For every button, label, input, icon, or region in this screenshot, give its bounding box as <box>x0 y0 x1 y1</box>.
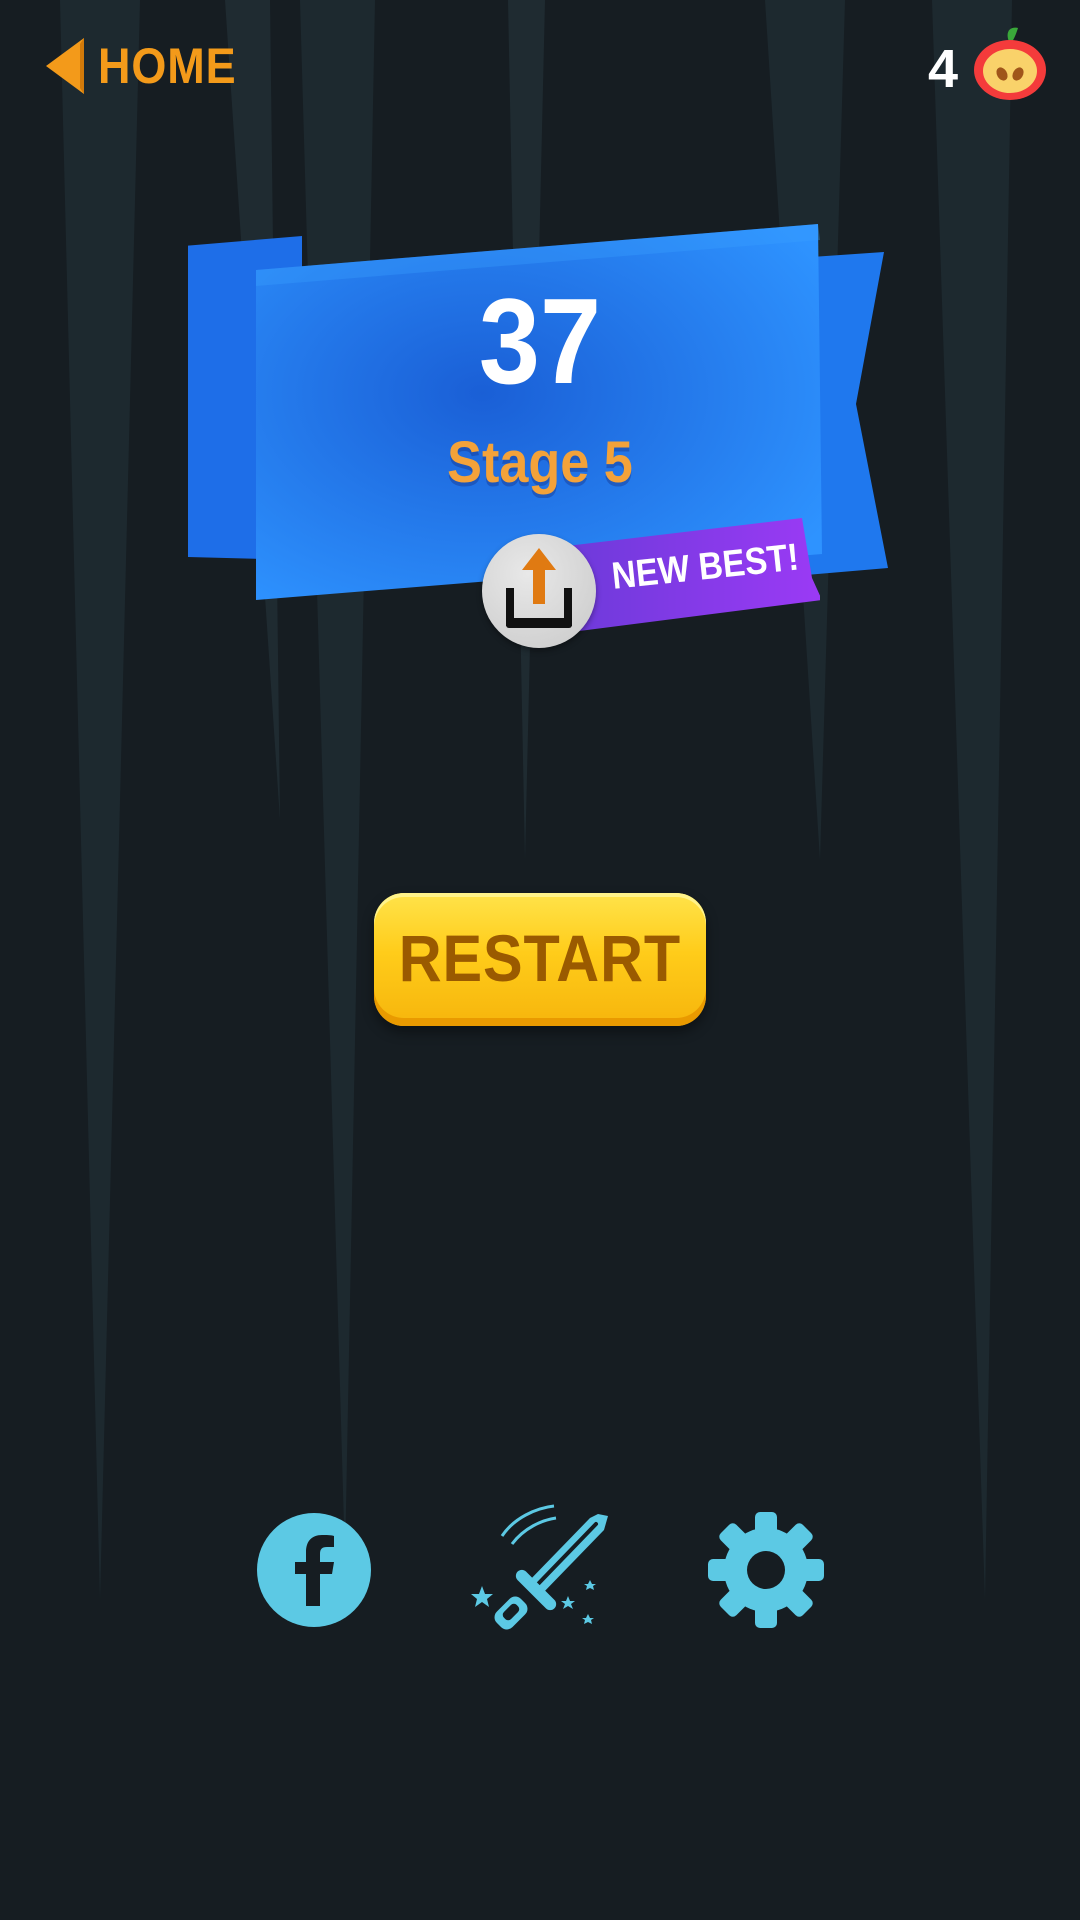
sword-button[interactable] <box>470 1500 610 1640</box>
home-button[interactable]: HOME <box>44 34 252 98</box>
home-label: HOME <box>98 38 237 94</box>
apple-counter: 4 <box>928 24 1050 104</box>
facebook-icon <box>257 1513 371 1627</box>
stage-label: Stage 5 <box>447 430 633 495</box>
restart-button[interactable]: RESTART <box>374 893 706 1026</box>
settings-button[interactable] <box>696 1500 836 1640</box>
chevron-left-icon <box>46 38 84 94</box>
apple-icon <box>970 24 1050 104</box>
share-icon <box>506 548 572 628</box>
score-value: 37 <box>478 273 602 409</box>
sword-icon <box>471 1504 608 1630</box>
apple-count: 4 <box>927 39 958 99</box>
restart-label: RESTART <box>398 920 682 995</box>
gear-icon <box>708 1512 824 1628</box>
facebook-button[interactable] <box>244 1500 384 1640</box>
share-button[interactable] <box>482 534 596 648</box>
